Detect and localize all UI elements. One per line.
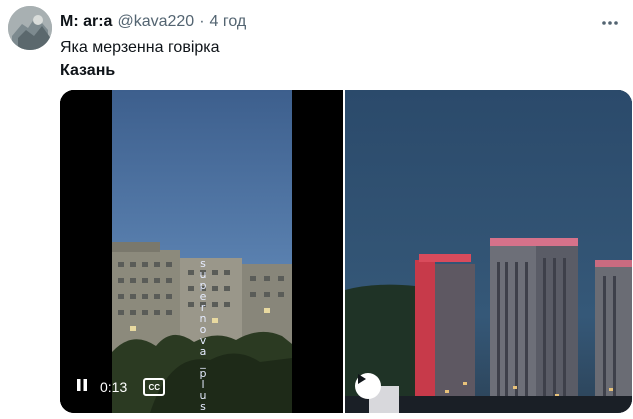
media-container: supernova_plus 0:13 CC [60, 90, 632, 413]
video-right-frame [345, 90, 632, 413]
more-dots-icon [602, 21, 618, 25]
video-left[interactable]: supernova_plus 0:13 CC [60, 90, 343, 413]
more-options-button[interactable] [597, 10, 623, 36]
closed-captions-icon: CC [148, 382, 161, 392]
avatar[interactable] [8, 6, 52, 50]
user-handle[interactable]: @kava220 [117, 13, 194, 31]
video-watermark: supernova_plus [199, 257, 207, 413]
pause-button[interactable] [76, 378, 94, 396]
timestamp[interactable]: 4 год [210, 13, 247, 31]
tweet-text: Яка мерзенна говірка [60, 39, 220, 56]
video-right[interactable] [345, 90, 632, 413]
video-elapsed-time: 0:13 [100, 379, 128, 395]
closed-captions-button[interactable]: CC [143, 378, 166, 396]
separator-dot: · [199, 13, 205, 30]
video-controls: 0:13 CC [76, 378, 166, 396]
display-name[interactable]: M: ar:a [60, 13, 112, 31]
pause-icon [77, 379, 87, 391]
tweet-location-text: Казань [60, 62, 116, 79]
play-icon [358, 374, 366, 384]
tweet-header: M: ar:a @kava220 · 4 год [60, 11, 593, 33]
play-button[interactable] [355, 373, 381, 399]
